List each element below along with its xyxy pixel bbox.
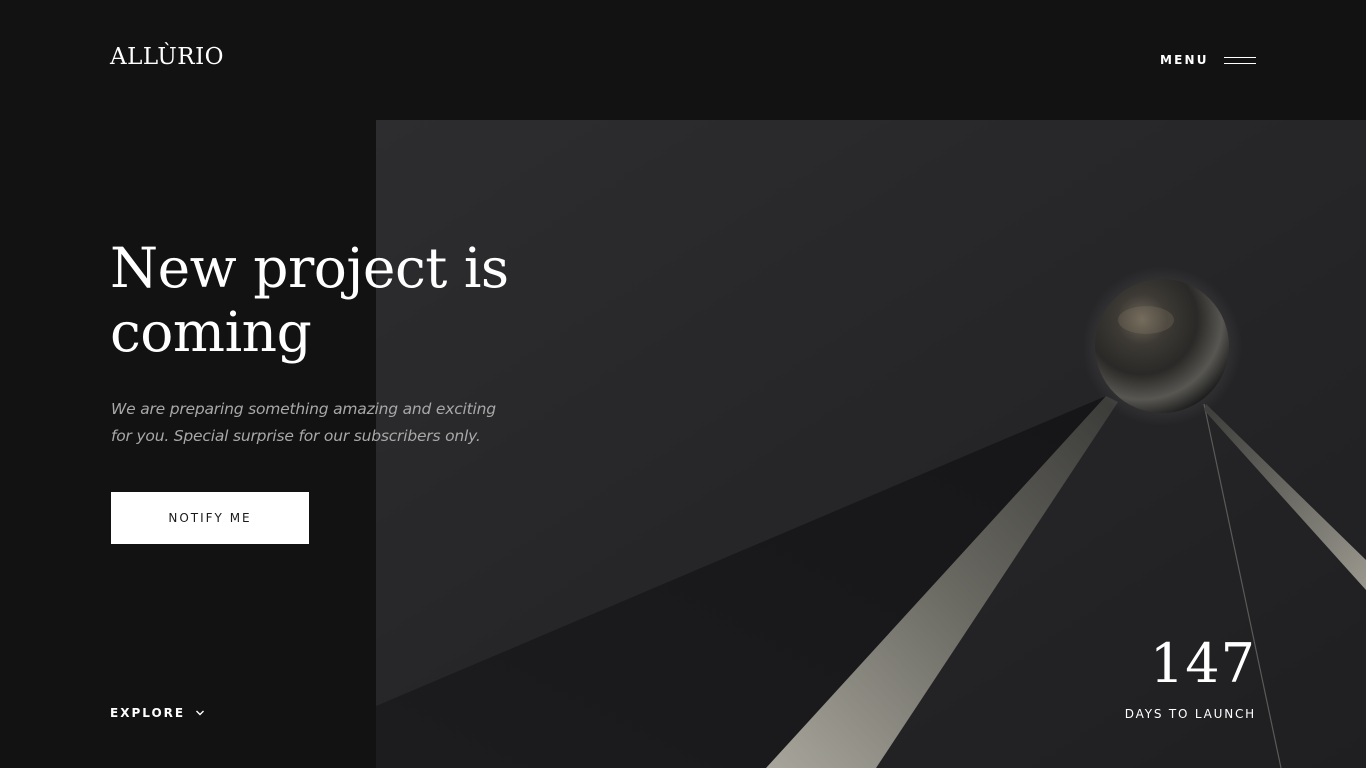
brand-logo[interactable]: ALLÙRIO: [110, 44, 224, 70]
hero-title: New project is coming: [110, 236, 509, 364]
explore-label: EXPLORE: [110, 706, 186, 720]
countdown-label: DAYS TO LAUNCH: [1124, 707, 1256, 721]
hero-subtitle: We are preparing something amazing and e…: [111, 400, 496, 445]
landing-page: ALLÙRIO MENU New project is coming We ar…: [0, 0, 1366, 768]
countdown-value: 147: [1149, 632, 1256, 695]
hamburger-icon: [1223, 56, 1256, 64]
explore-link[interactable]: EXPLORE: [110, 706, 205, 720]
menu-label: MENU: [1160, 53, 1209, 67]
menu-button[interactable]: MENU: [1160, 53, 1256, 67]
notify-me-button[interactable]: NOTIFY ME: [111, 492, 309, 544]
chrome-sphere: [1095, 279, 1229, 413]
chevron-down-icon: [196, 710, 205, 716]
art-sphere-highlight: [1118, 306, 1174, 334]
